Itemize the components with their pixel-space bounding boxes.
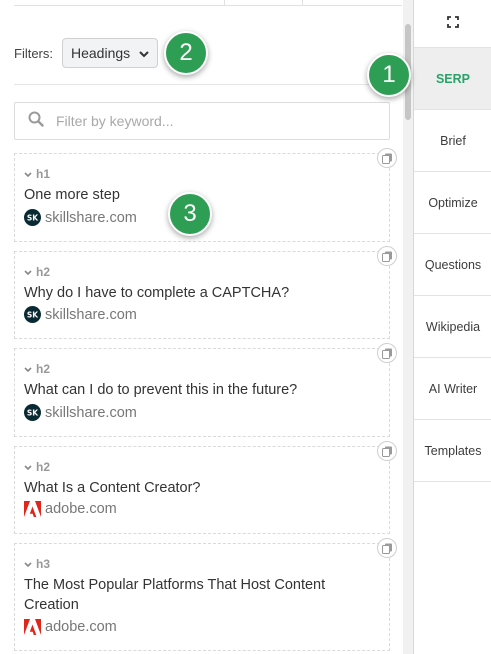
nav-item-brief[interactable]: Brief	[414, 110, 491, 172]
chevron-down-icon[interactable]	[24, 557, 32, 571]
source-domain: adobe.com	[45, 619, 117, 635]
heading-tag: h2	[36, 362, 51, 376]
heading-tag: h3	[36, 557, 51, 571]
heading-card[interactable]: h3 The Most Popular Platforms That Host …	[14, 538, 397, 651]
copy-icon[interactable]	[377, 148, 397, 168]
keyword-filter-input[interactable]	[54, 112, 378, 130]
nav-item-optimize[interactable]: Optimize	[414, 172, 491, 234]
copy-icon[interactable]	[377, 246, 397, 266]
nav-item-serp[interactable]: SERP	[414, 48, 491, 110]
heading-card[interactable]: h2 Why do I have to complete a CAPTCHA? …	[14, 246, 397, 339]
filters-row: Filters: Headings	[14, 37, 158, 69]
heading-text: Why do I have to complete a CAPTCHA?	[24, 285, 290, 301]
source-link[interactable]: adobe.com	[24, 501, 117, 517]
adobe-icon	[24, 501, 41, 517]
source-domain: skillshare.com	[45, 404, 137, 421]
nav-item-label: Optimize	[428, 195, 478, 210]
divider	[14, 84, 392, 85]
source-domain: skillshare.com	[45, 306, 137, 323]
nav-item-label: Brief	[440, 133, 466, 148]
heading-tag: h2	[36, 460, 51, 474]
nav-item-wikipedia[interactable]: Wikipedia	[414, 296, 491, 358]
step-badge-1: 1	[367, 53, 411, 97]
step-badge-2: 2	[164, 31, 208, 75]
heading-tag-row: h2	[24, 362, 50, 376]
nav-item-ai-writer[interactable]: AI Writer	[414, 358, 491, 420]
adobe-icon	[24, 619, 41, 635]
expand-icon	[447, 16, 459, 31]
scrollbar[interactable]	[403, 0, 413, 654]
heading-card[interactable]: h2 What can I do to prevent this in the …	[14, 343, 397, 437]
source-link[interactable]: adobe.com	[24, 619, 117, 635]
heading-text: The Most Popular Platforms That Host Con…	[24, 577, 326, 613]
top-tabs-strip	[14, 0, 402, 6]
heading-text: What can I do to prevent this in the fut…	[24, 382, 298, 398]
chevron-down-icon[interactable]	[24, 460, 32, 474]
step-badge-3: 3	[168, 192, 212, 236]
keyword-filter[interactable]	[14, 102, 390, 140]
source-domain: skillshare.com	[45, 209, 137, 226]
nav-item-questions[interactable]: Questions	[414, 234, 491, 296]
nav-item-label: AI Writer	[428, 381, 478, 396]
tab-separator	[224, 0, 225, 5]
skillshare-icon: SK	[24, 209, 41, 226]
serp-panel: Filters: Headings h1 One m	[0, 0, 403, 654]
svg-text:SK: SK	[27, 214, 39, 223]
heading-tag-row: h2	[24, 460, 50, 474]
nav-item-label: Questions	[424, 257, 482, 272]
heading-tag: h1	[36, 167, 51, 181]
chevron-down-icon[interactable]	[24, 167, 32, 181]
chevron-down-icon[interactable]	[24, 265, 32, 279]
nav-item-templates[interactable]: Templates	[414, 420, 491, 482]
heading-tag: h2	[36, 265, 51, 279]
search-icon	[28, 111, 44, 132]
nav-item-label: Templates	[424, 443, 482, 458]
heading-card[interactable]: h2 What Is a Content Creator? adobe.com	[14, 441, 397, 534]
skillshare-icon: SK	[24, 306, 41, 323]
app: Filters: Headings h1 One m	[0, 0, 491, 654]
heading-tag-row: h1	[24, 167, 50, 181]
copy-icon[interactable]	[377, 538, 397, 558]
right-nav: SERP Brief Optimize Questions Wikipedia …	[413, 0, 491, 654]
filters-label: Filters:	[14, 45, 53, 61]
heading-tag-row: h3	[24, 557, 50, 571]
source-link[interactable]: SK skillshare.com	[24, 306, 137, 323]
nav-item-label: SERP	[435, 71, 471, 86]
source-domain: adobe.com	[45, 501, 117, 517]
heading-tag-row: h2	[24, 265, 50, 279]
chevron-down-icon	[139, 45, 149, 61]
copy-icon[interactable]	[377, 441, 397, 461]
svg-text:SK: SK	[27, 311, 39, 320]
nav-item-label: Wikipedia	[425, 319, 481, 334]
source-link[interactable]: SK skillshare.com	[24, 209, 137, 226]
expand-button[interactable]	[414, 0, 491, 48]
skillshare-icon: SK	[24, 404, 41, 421]
svg-text:SK: SK	[27, 409, 39, 418]
tab-separator	[302, 0, 303, 5]
heading-text: What Is a Content Creator?	[24, 480, 201, 496]
copy-icon[interactable]	[377, 343, 397, 363]
source-link[interactable]: SK skillshare.com	[24, 404, 137, 421]
filter-select-value: Headings	[71, 45, 131, 61]
chevron-down-icon[interactable]	[24, 362, 32, 376]
filter-type-select[interactable]: Headings	[62, 38, 158, 68]
